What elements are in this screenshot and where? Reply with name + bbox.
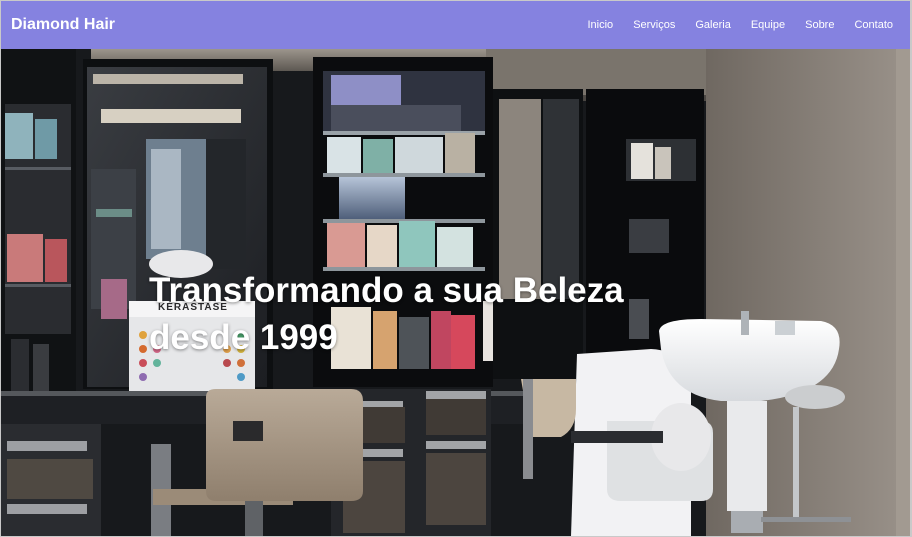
nav-link-sobre[interactable]: Sobre bbox=[805, 19, 834, 31]
nav-link-galeria[interactable]: Galeria bbox=[695, 19, 730, 31]
hero-section: KÉRASTASE Transformando a sua Beleza des… bbox=[1, 49, 910, 536]
top-navbar: Diamond Hair Inicio Serviços Galeria Equ… bbox=[1, 1, 910, 49]
hero-title-line-1: Transformando a sua Beleza bbox=[149, 271, 624, 310]
hero-title-line-2: desde 1999 bbox=[149, 318, 338, 357]
browser-viewport: Diamond Hair Inicio Serviços Galeria Equ… bbox=[1, 1, 910, 536]
nav-link-servicos[interactable]: Serviços bbox=[633, 19, 675, 31]
nav-link-contato[interactable]: Contato bbox=[854, 19, 893, 31]
brand-logo[interactable]: Diamond Hair bbox=[11, 16, 115, 34]
nav-link-inicio[interactable]: Inicio bbox=[588, 19, 614, 31]
hero-title: Transformando a sua Beleza desde 1999 bbox=[149, 267, 709, 361]
nav-menu: Inicio Serviços Galeria Equipe Sobre Con… bbox=[588, 19, 894, 31]
nav-link-equipe[interactable]: Equipe bbox=[751, 19, 785, 31]
